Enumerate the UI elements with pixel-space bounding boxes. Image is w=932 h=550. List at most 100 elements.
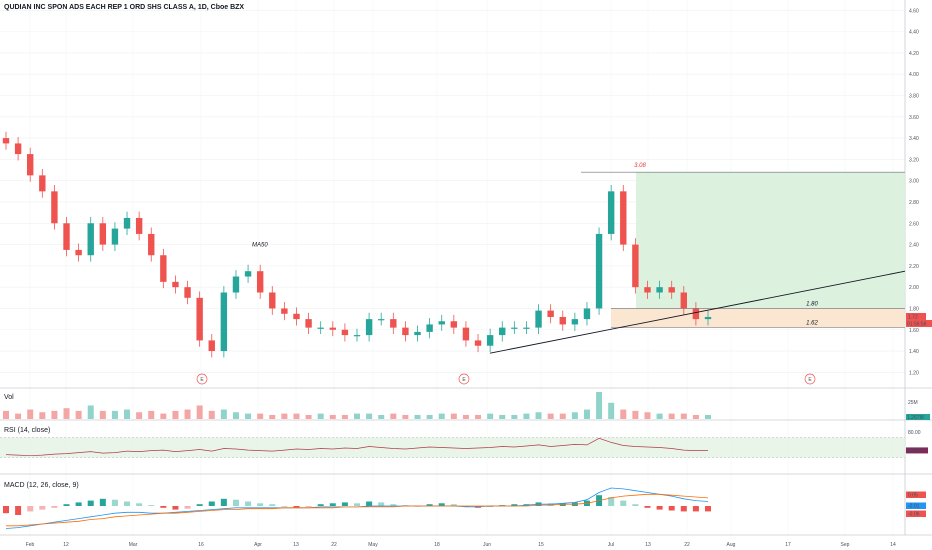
candle-body bbox=[474, 340, 482, 346]
volume-bar bbox=[450, 413, 457, 419]
macd-histogram-bar bbox=[136, 503, 143, 506]
candle-body bbox=[656, 287, 663, 293]
time-tick-label: May bbox=[368, 542, 378, 548]
volume-bar bbox=[620, 409, 627, 419]
volume-bar bbox=[668, 413, 675, 419]
volume-pane-label: Vol bbox=[4, 394, 14, 401]
macd-histogram-bar bbox=[63, 504, 70, 506]
ma-label: MA50 bbox=[252, 243, 268, 249]
candle-body bbox=[450, 321, 458, 328]
macd-histogram-bar bbox=[3, 506, 9, 514]
volume-bar bbox=[366, 413, 373, 419]
price-tick-label: 3.40 bbox=[909, 136, 919, 142]
macd-histogram-bar bbox=[220, 498, 227, 506]
candle-body bbox=[341, 329, 349, 336]
volume-bar bbox=[426, 414, 433, 419]
candle-body bbox=[329, 327, 336, 330]
candle-body bbox=[620, 191, 627, 245]
candle-body bbox=[293, 313, 300, 320]
macd-histogram-bar bbox=[620, 500, 627, 506]
volume-bar bbox=[499, 414, 506, 419]
volume-bar bbox=[232, 412, 239, 419]
volume-bar bbox=[220, 409, 227, 419]
macd-histogram-bar bbox=[317, 504, 324, 506]
volume-bar bbox=[402, 414, 409, 419]
time-tick-label: 13 bbox=[293, 542, 299, 548]
candle-body bbox=[704, 316, 712, 320]
macd-histogram-bar bbox=[644, 506, 651, 508]
candle-body bbox=[27, 154, 34, 176]
time-tick-label: Jun bbox=[483, 542, 491, 548]
macd-histogram-bar bbox=[184, 506, 191, 509]
time-tick-label: 22 bbox=[331, 542, 337, 548]
price-tick-label: 3.60 bbox=[909, 115, 919, 121]
candle-body bbox=[402, 327, 409, 336]
volume-bar bbox=[39, 412, 46, 419]
macd-histogram-bar bbox=[160, 506, 167, 508]
price-tick-label: 2.80 bbox=[909, 200, 919, 206]
macd-histogram-bar bbox=[196, 504, 203, 506]
volume-bar bbox=[390, 413, 397, 419]
price-tick-label: 1.60 bbox=[909, 328, 919, 334]
macd-last-value: 0.05 bbox=[908, 492, 918, 498]
candle-body bbox=[305, 319, 312, 328]
macd-histogram-bar bbox=[656, 506, 663, 510]
macd-histogram-bar bbox=[208, 501, 215, 506]
candle-body bbox=[99, 223, 107, 245]
macd-histogram-bar bbox=[668, 506, 675, 511]
macd-histogram-bar bbox=[124, 501, 131, 506]
macd-histogram-bar bbox=[111, 499, 118, 506]
volume-bar bbox=[329, 414, 336, 419]
volume-bar bbox=[475, 414, 482, 419]
candle-body bbox=[365, 319, 373, 336]
macd-histogram-bar bbox=[366, 501, 373, 506]
volume-bar bbox=[208, 410, 215, 419]
rsi-pane-label: RSI (14, close) bbox=[4, 427, 51, 434]
macd-histogram-bar bbox=[632, 504, 639, 506]
price-tick-label: 2.00 bbox=[909, 285, 919, 291]
time-tick-label: 17 bbox=[785, 542, 791, 548]
candle-body bbox=[14, 143, 22, 155]
macd-histogram-bar bbox=[705, 506, 711, 512]
time-tick-label: 15 bbox=[538, 542, 544, 548]
volume-bar bbox=[305, 414, 312, 419]
macd-histogram-bar bbox=[438, 503, 445, 506]
volume-bar bbox=[511, 414, 518, 419]
volume-bar bbox=[414, 414, 421, 419]
volume-bar bbox=[184, 409, 191, 419]
time-tick-label: Mar bbox=[129, 542, 138, 548]
macd-histogram-bar bbox=[99, 498, 106, 506]
macd-histogram-bar bbox=[245, 501, 252, 506]
volume-bar bbox=[487, 413, 494, 419]
volume-bar bbox=[51, 410, 58, 419]
volume-bar bbox=[535, 412, 542, 419]
macd-histogram-bar bbox=[257, 503, 264, 506]
volume-bar bbox=[692, 414, 699, 419]
price-tick-label: 3.20 bbox=[909, 157, 919, 163]
price-tick-label: 4.20 bbox=[909, 51, 919, 57]
volume-bar bbox=[172, 410, 179, 419]
candle-body bbox=[571, 319, 579, 325]
macd-histogram-bar bbox=[148, 505, 155, 506]
candle-body bbox=[87, 223, 94, 256]
volume-bar bbox=[341, 414, 348, 419]
macd-histogram-bar bbox=[172, 506, 179, 510]
candle-body bbox=[281, 308, 288, 314]
time-tick-label: Jul bbox=[608, 542, 614, 548]
macd-histogram-bar bbox=[341, 502, 348, 506]
volume-bar bbox=[596, 392, 603, 419]
candle-body bbox=[499, 327, 506, 336]
volume-bar bbox=[99, 410, 106, 419]
macd-histogram-bar bbox=[354, 503, 360, 506]
price-tick-label: 2.60 bbox=[909, 221, 919, 227]
price-tick-label: 1.20 bbox=[909, 370, 919, 376]
macd-histogram-bar bbox=[692, 506, 699, 512]
volume-bar bbox=[148, 410, 155, 419]
macd-histogram-bar bbox=[27, 506, 34, 512]
time-tick-label: 18 bbox=[434, 542, 440, 548]
candle-body bbox=[256, 271, 264, 293]
volume-bar bbox=[571, 412, 578, 419]
trading-chart[interactable]: 3.081.801.62MA50E E E 25M1.267M 80.0044.25… bbox=[0, 0, 932, 550]
volume-bar bbox=[462, 414, 469, 419]
time-tick-label: Apr bbox=[254, 542, 262, 548]
